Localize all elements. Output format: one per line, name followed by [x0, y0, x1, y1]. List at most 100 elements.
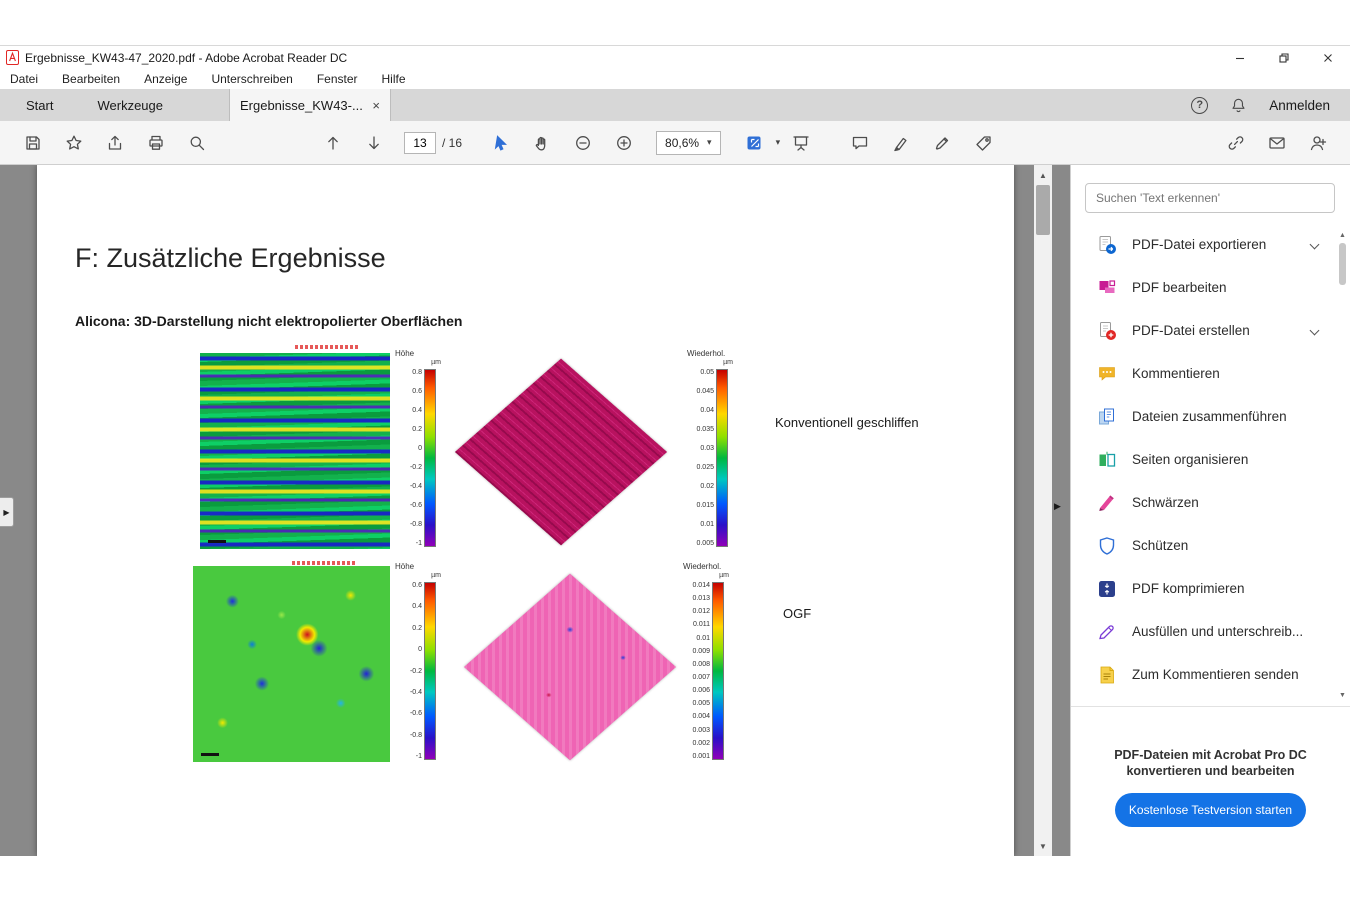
tab-close-icon[interactable]: ×	[372, 99, 380, 112]
scroll-down-arrow[interactable]: ▼	[1336, 689, 1349, 701]
menu-item[interactable]: Fenster	[317, 72, 358, 86]
document-scrollbar[interactable]: ▲ ▼	[1034, 165, 1052, 856]
colorbar-tick: 0.005	[683, 700, 710, 707]
colorbar-tick: -0.2	[395, 464, 422, 471]
colorbar-title: Höhe	[395, 349, 414, 358]
hand-tool-button[interactable]	[521, 126, 562, 160]
colorbar-tick: 0.05	[687, 369, 714, 376]
sidebar-tool-create-pdf[interactable]: PDF-Datei erstellen	[1071, 309, 1350, 352]
comment-tool-button[interactable]	[839, 126, 880, 160]
sidebar-tool-protect[interactable]: Schützen	[1071, 524, 1350, 567]
tool-label: Zum Kommentieren senden	[1132, 667, 1299, 682]
chevron-down-icon[interactable]	[1310, 326, 1320, 336]
sidebar-tool-edit-pdf[interactable]: PDF bearbeiten	[1071, 266, 1350, 309]
menu-item[interactable]: Bearbeiten	[62, 72, 120, 86]
colorbar-tick: 0.01	[683, 635, 710, 642]
save-button[interactable]	[12, 126, 53, 160]
sidebar-tool-fill-sign[interactable]: Ausfüllen und unterschreib...	[1071, 610, 1350, 653]
colorbar-tick: 0.012	[683, 608, 710, 615]
menu-item[interactable]: Hilfe	[382, 72, 406, 86]
colorbar-wiederhol-2: Wiederhol.µm 0.0140.0130.0120.0110.010.0…	[683, 562, 731, 760]
menu-item[interactable]: Anzeige	[144, 72, 187, 86]
menu-item[interactable]: Unterschreiben	[211, 72, 292, 86]
colorbar-tick: 0.045	[687, 388, 714, 395]
previous-page-button[interactable]	[312, 126, 353, 160]
row2-label: OGF	[783, 606, 811, 621]
notifications-bell-icon[interactable]	[1230, 97, 1247, 114]
restore-button[interactable]	[1262, 46, 1306, 69]
colorbar-hoehe-2: Höheµm 0.60.40.20-0.2-0.4-0.6-0.8-1	[395, 562, 443, 760]
sidebar-tool-compress-pdf[interactable]: PDF komprimieren	[1071, 567, 1350, 610]
left-panel-expander[interactable]: ▶	[0, 497, 14, 527]
presentation-mode-button[interactable]	[780, 126, 821, 160]
sidebar-scrollbar[interactable]: ▲ ▼	[1336, 229, 1349, 701]
colorbar-unit: µm	[683, 571, 731, 580]
sidebar-tool-export-pdf[interactable]: PDF-Datei exportieren	[1071, 223, 1350, 266]
page-display-options-button[interactable]	[735, 126, 776, 160]
colorbar-tick: -1	[395, 540, 422, 547]
chevron-down-icon[interactable]	[1310, 240, 1320, 250]
tab-werkzeuge[interactable]: Werkzeuge	[79, 89, 181, 121]
colorbar-title: Wiederhol.	[683, 562, 721, 571]
scroll-up-arrow[interactable]: ▲	[1336, 229, 1349, 241]
pdf-file-icon	[6, 50, 19, 65]
email-button[interactable]	[1256, 126, 1297, 160]
menu-bar: Datei Bearbeiten Anzeige Unterschreiben Fens…	[0, 69, 1350, 89]
page-subheading: Alicona: 3D-Darstellung nicht elektropol…	[75, 313, 462, 329]
sign-tool-button[interactable]	[921, 126, 962, 160]
pdf-page: F: Zusätzliche Ergebnisse Alicona: 3D-Da…	[37, 165, 1014, 856]
scroll-up-arrow[interactable]: ▲	[1034, 167, 1052, 183]
print-button[interactable]	[135, 126, 176, 160]
colorbar-tick: 0	[395, 646, 422, 653]
promo-text-line2: konvertieren und bearbeiten	[1071, 763, 1350, 779]
colorbar-title: Höhe	[395, 562, 414, 571]
zoom-in-button[interactable]	[603, 126, 644, 160]
share-link-button[interactable]	[1215, 126, 1256, 160]
sidebar-tool-organize-pages[interactable]: Seiten organisieren	[1071, 438, 1350, 481]
colorbar-tick: -0.6	[395, 710, 422, 717]
start-free-trial-button[interactable]: Kostenlose Testversion starten	[1115, 793, 1306, 827]
sidebar-tool-combine-files[interactable]: Dateien zusammenführen	[1071, 395, 1350, 438]
scrollbar-thumb[interactable]	[1339, 243, 1346, 285]
next-page-button[interactable]	[353, 126, 394, 160]
colorbar-hoehe-1: Höheµm 0.80.60.40.20-0.2-0.4-0.6-0.8-1	[395, 349, 443, 547]
search-tools-input[interactable]	[1085, 183, 1335, 213]
menu-item[interactable]: Datei	[10, 72, 38, 86]
colorbar-tick: 0.008	[683, 661, 710, 668]
scrollbar-thumb[interactable]	[1036, 185, 1050, 235]
stamp-tag-tool-button[interactable]	[962, 126, 1003, 160]
help-icon[interactable]: ?	[1191, 97, 1208, 114]
highlight-tool-button[interactable]	[880, 126, 921, 160]
sidebar-tool-redact[interactable]: Schwärzen	[1071, 481, 1350, 524]
scroll-down-arrow[interactable]: ▼	[1034, 838, 1052, 854]
colorbar-unit: µm	[395, 571, 443, 580]
sidebar-tool-send-for-comments[interactable]: Zum Kommentieren senden	[1071, 653, 1350, 696]
zoom-level-dropdown[interactable]: 80,6% ▾	[656, 131, 721, 155]
colorbar-tick: 0.4	[395, 407, 422, 414]
colorbar-tick: 0.007	[683, 674, 710, 681]
share-upload-button[interactable]	[94, 126, 135, 160]
select-tool-button[interactable]	[480, 126, 521, 160]
tools-sidebar: PDF-Datei exportieren PDF bearbeiten PDF…	[1070, 165, 1350, 856]
zoom-tool-button[interactable]	[176, 126, 217, 160]
page-number-input[interactable]	[404, 132, 436, 154]
close-button[interactable]	[1306, 46, 1350, 69]
acrobat-pro-promo: PDF-Dateien mit Acrobat Pro DC konvertie…	[1071, 706, 1350, 856]
right-panel-expander[interactable]: ▶	[1054, 501, 1061, 512]
tab-document[interactable]: Ergebnisse_KW43-... ×	[229, 89, 391, 121]
colorbar-tick: 0.025	[687, 464, 714, 471]
zoom-out-button[interactable]	[562, 126, 603, 160]
row1-label: Konventionell geschliffen	[775, 415, 919, 430]
colorbar-tick: -0.8	[395, 521, 422, 528]
sign-in-link[interactable]: Anmelden	[1269, 98, 1330, 113]
add-person-button[interactable]	[1297, 126, 1338, 160]
colorbar-tick: 0.001	[683, 753, 710, 760]
send-for-comments-icon	[1097, 665, 1117, 685]
colorbar-tick: 0.01	[687, 521, 714, 528]
minimize-button[interactable]	[1218, 46, 1262, 69]
tab-document-label: Ergebnisse_KW43-...	[240, 98, 362, 113]
star-favorites-button[interactable]	[53, 126, 94, 160]
sidebar-tool-comment[interactable]: Kommentieren	[1071, 352, 1350, 395]
tab-start[interactable]: Start	[8, 89, 71, 121]
colorbar-tick: -0.6	[395, 502, 422, 509]
